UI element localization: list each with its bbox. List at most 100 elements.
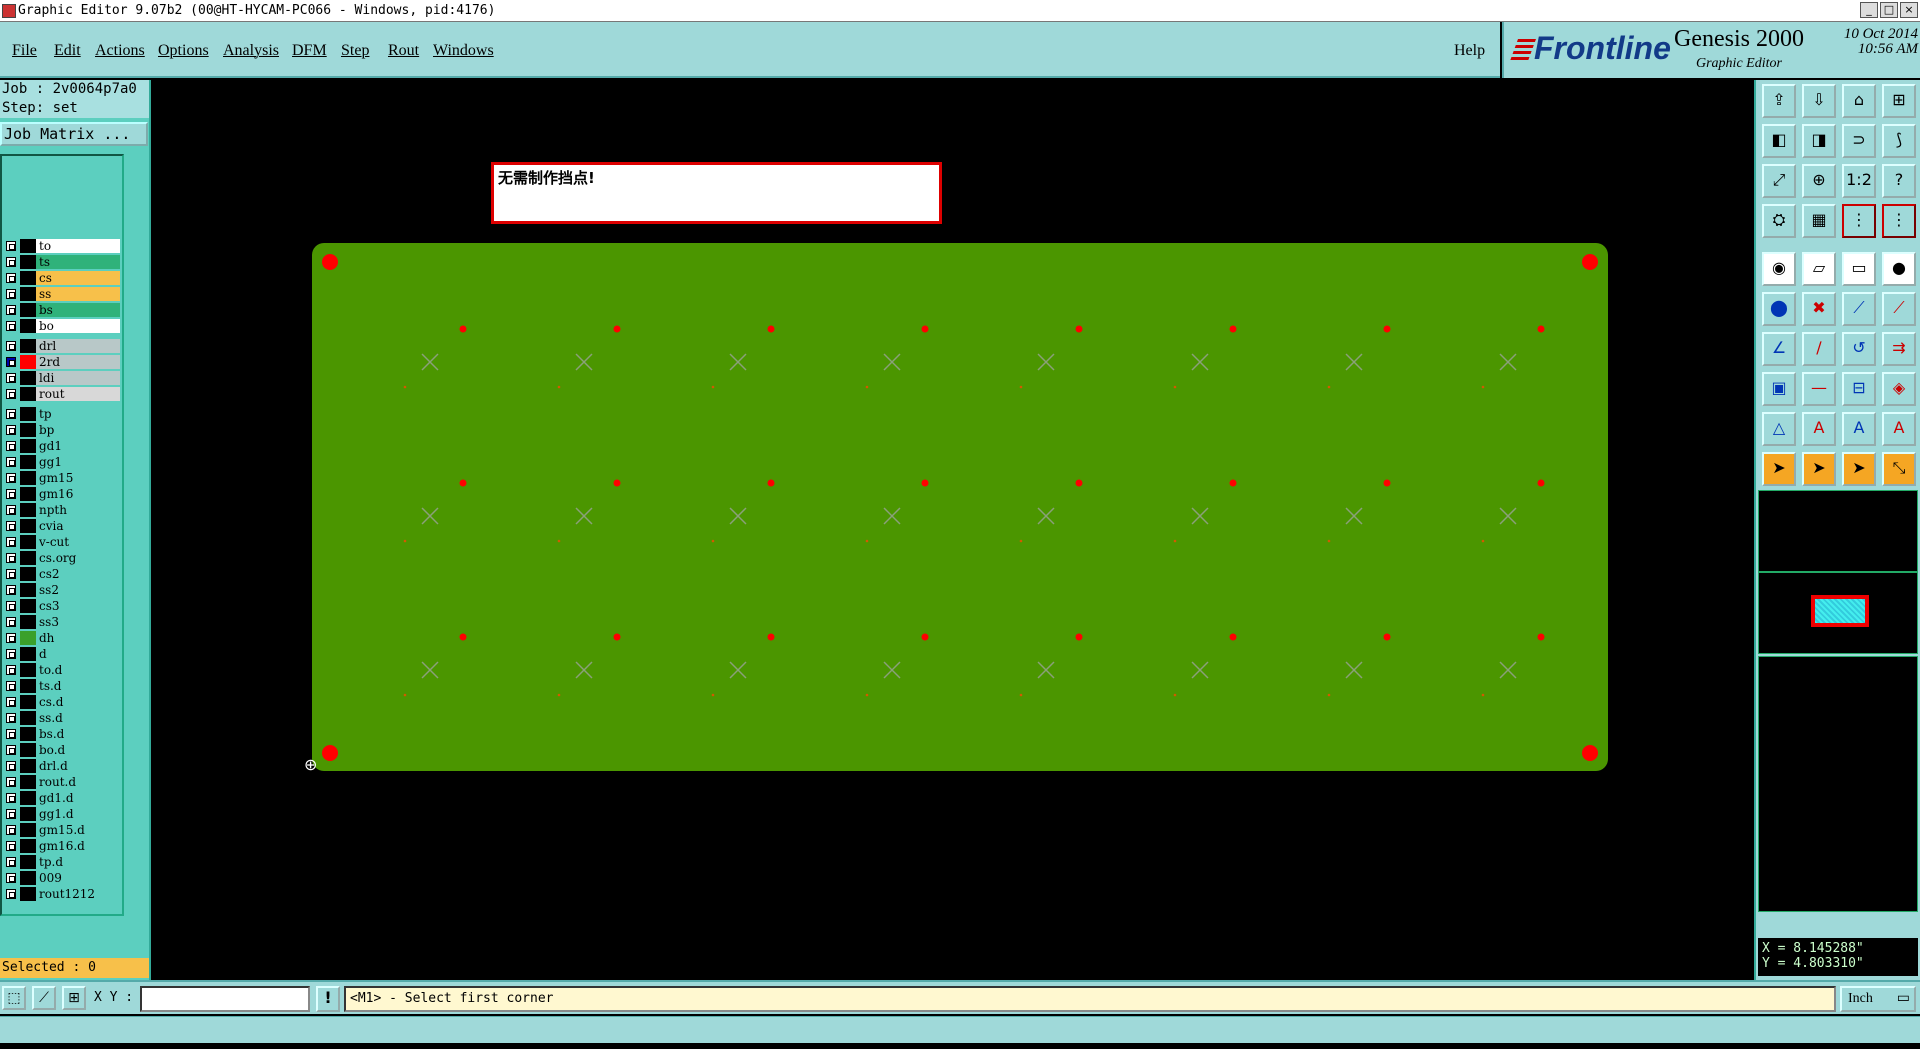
- layer-checkbox[interactable]: [6, 441, 16, 451]
- layer-row-gg1.d[interactable]: gg1.d: [2, 806, 120, 822]
- flip-icon[interactable]: ⊃: [1842, 124, 1876, 158]
- text-a-icon[interactable]: A: [1802, 412, 1836, 446]
- layer-checkbox[interactable]: [6, 289, 16, 299]
- layer-checkbox[interactable]: [6, 373, 16, 383]
- layer-checkbox[interactable]: [6, 857, 16, 867]
- layer-checkbox[interactable]: [6, 681, 16, 691]
- pointer-icon[interactable]: ➤: [1762, 452, 1796, 486]
- grid-tool-button[interactable]: ⊞: [62, 986, 86, 1010]
- layer-row-cvia[interactable]: cvia: [2, 518, 120, 534]
- layer-checkbox[interactable]: [6, 873, 16, 883]
- mini-map[interactable]: [1758, 572, 1918, 654]
- layer-row-d[interactable]: d: [2, 646, 120, 662]
- layer-checkbox[interactable]: [6, 825, 16, 835]
- split-view-icon[interactable]: ⊞: [1882, 84, 1916, 118]
- layer-row-bo[interactable]: bo: [2, 318, 120, 334]
- layer-checkbox[interactable]: [6, 633, 16, 643]
- layer-row-gm15.d[interactable]: gm15.d: [2, 822, 120, 838]
- layer-checkbox[interactable]: [6, 341, 16, 351]
- select-tool-button[interactable]: ⬚: [2, 986, 26, 1010]
- layer-row-2rd[interactable]: 2rd: [2, 354, 120, 370]
- layer-checkbox[interactable]: [6, 537, 16, 547]
- layer-row-009[interactable]: 009: [2, 870, 120, 886]
- measure-icon[interactable]: ⛭: [1762, 204, 1796, 238]
- resize-icon[interactable]: ⊟: [1842, 372, 1876, 406]
- layer-row-rout[interactable]: rout: [2, 386, 120, 402]
- layer-row-cs2[interactable]: cs2: [2, 566, 120, 582]
- zoom-home-icon[interactable]: ⊕: [1802, 164, 1836, 198]
- pointer-circle-icon[interactable]: ➤: [1842, 452, 1876, 486]
- layer-row-rout1212[interactable]: rout1212: [2, 886, 120, 902]
- layer-row-drl.d[interactable]: drl.d: [2, 758, 120, 774]
- cross-icon[interactable]: ✖: [1802, 292, 1836, 326]
- xy-input[interactable]: [140, 986, 310, 1012]
- line-icon[interactable]: —: [1802, 372, 1836, 406]
- text-a-bar-icon[interactable]: A: [1882, 412, 1916, 446]
- layer-row-to.d[interactable]: to.d: [2, 662, 120, 678]
- line-point-icon[interactable]: ⟋: [1842, 292, 1876, 326]
- text-a-outline-icon[interactable]: A: [1842, 412, 1876, 446]
- mirror-icon[interactable]: ⇉: [1882, 332, 1916, 366]
- layer-checkbox[interactable]: [6, 697, 16, 707]
- layer-row-ts.d[interactable]: ts.d: [2, 678, 120, 694]
- triangle-icon[interactable]: △: [1762, 412, 1796, 446]
- help-icon[interactable]: ?: [1882, 164, 1916, 198]
- layer-checkbox[interactable]: [6, 321, 16, 331]
- layer-row-cs3[interactable]: cs3: [2, 598, 120, 614]
- layer-left-icon[interactable]: ◧: [1762, 124, 1796, 158]
- menu-dfm[interactable]: DFM: [292, 42, 327, 60]
- layer-row-ss[interactable]: ss: [2, 286, 120, 302]
- layer-row-tp[interactable]: tp: [2, 406, 120, 422]
- layer-checkbox[interactable]: [6, 357, 16, 367]
- pcb-board[interactable]: [152, 80, 1752, 980]
- layer-row-bs[interactable]: bs: [2, 302, 120, 318]
- layer-row-drl[interactable]: drl: [2, 338, 120, 354]
- layer-row-cs.d[interactable]: cs.d: [2, 694, 120, 710]
- home-icon[interactable]: ⌂: [1842, 84, 1876, 118]
- layer-row-cs.org[interactable]: cs.org: [2, 550, 120, 566]
- menu-edit[interactable]: Edit: [54, 42, 81, 60]
- job-matrix-button[interactable]: Job Matrix ...: [0, 122, 148, 146]
- snap-icon[interactable]: ⟆: [1882, 124, 1916, 158]
- layer-checkbox[interactable]: [6, 745, 16, 755]
- zoom-fit-icon[interactable]: ⤢: [1762, 164, 1796, 198]
- layer-checkbox[interactable]: [6, 257, 16, 267]
- menu-rout[interactable]: Rout: [388, 42, 419, 60]
- layer-row-gd1[interactable]: gd1: [2, 438, 120, 454]
- layer-row-rout.d[interactable]: rout.d: [2, 774, 120, 790]
- layer-checkbox[interactable]: [6, 777, 16, 787]
- graphic-canvas[interactable]: 无需制作挡点! ⊕: [152, 80, 1752, 980]
- layer-row-gm16.d[interactable]: gm16.d: [2, 838, 120, 854]
- layer-checkbox[interactable]: [6, 729, 16, 739]
- connect-icon[interactable]: ⬤: [1762, 292, 1796, 326]
- layer-row-gd1.d[interactable]: gd1.d: [2, 790, 120, 806]
- layer-checkbox[interactable]: [6, 273, 16, 283]
- grid-icon[interactable]: ▦: [1802, 204, 1836, 238]
- arc-icon[interactable]: ↺: [1842, 332, 1876, 366]
- layer-checkbox[interactable]: [6, 713, 16, 723]
- pad-icon[interactable]: ●: [1882, 252, 1916, 286]
- slope-icon[interactable]: ∕: [1802, 332, 1836, 366]
- layer-row-bp[interactable]: bp: [2, 422, 120, 438]
- layer-checkbox[interactable]: [6, 409, 16, 419]
- layer-checkbox[interactable]: [6, 601, 16, 611]
- line-point-blue-icon[interactable]: ⟋: [1882, 292, 1916, 326]
- layer-row-npth[interactable]: npth: [2, 502, 120, 518]
- layer-row-ss2[interactable]: ss2: [2, 582, 120, 598]
- layer-row-bs.d[interactable]: bs.d: [2, 726, 120, 742]
- layer-checkbox[interactable]: [6, 793, 16, 803]
- layer-right-icon[interactable]: ◨: [1802, 124, 1836, 158]
- layer-row-bo.d[interactable]: bo.d: [2, 742, 120, 758]
- layer-checkbox[interactable]: [6, 425, 16, 435]
- layer-checkbox[interactable]: [6, 457, 16, 467]
- layer-row-ss.d[interactable]: ss.d: [2, 710, 120, 726]
- layer-row-tp.d[interactable]: tp.d: [2, 854, 120, 870]
- units-select[interactable]: Inch ▭: [1840, 986, 1916, 1012]
- layer-row-to[interactable]: to: [2, 238, 120, 254]
- zoom-1to1-icon[interactable]: 1:2: [1842, 164, 1876, 198]
- layer-row-dh[interactable]: dh: [2, 630, 120, 646]
- maximize-button[interactable]: □: [1880, 2, 1898, 18]
- snap-tool-button[interactable]: ⟋: [32, 986, 56, 1010]
- select-poly-icon[interactable]: ▱: [1802, 252, 1836, 286]
- pointer-drag-icon[interactable]: ⤡: [1882, 452, 1916, 486]
